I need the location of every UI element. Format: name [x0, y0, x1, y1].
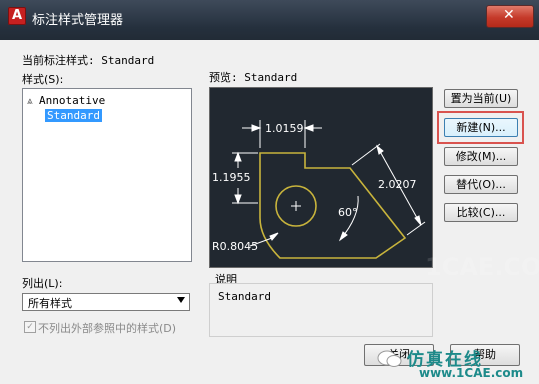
style-item-standard[interactable]: Standard	[45, 109, 102, 123]
modify-button[interactable]: 修改(M)...	[444, 147, 518, 166]
current-style-label: 当前标注样式: Standard	[22, 54, 155, 67]
override-button[interactable]: 替代(O)...	[444, 175, 518, 194]
compare-button[interactable]: 比较(C)...	[444, 203, 518, 222]
description-text: Standard	[218, 290, 271, 303]
window-title: 标注样式管理器	[32, 13, 124, 28]
list-filter-value: 所有样式	[28, 297, 72, 310]
style-item-annotative[interactable]: ⩓ Annotative	[27, 94, 105, 108]
part-outline	[259, 152, 407, 259]
close-window-button[interactable]: ✕	[486, 5, 534, 28]
new-button[interactable]: 新建(N)...	[444, 118, 518, 137]
dim-diag-text: 2.0207	[378, 178, 417, 191]
close-icon: ✕	[503, 7, 515, 23]
dim-radius-text: R0.8045	[212, 240, 259, 253]
set-current-button[interactable]: 置为当前(U)	[444, 89, 518, 108]
dim-left-text: 1.1955	[212, 171, 251, 184]
autocad-app-icon: A	[8, 7, 26, 25]
watermark-url: www.1CAE.com	[419, 366, 524, 380]
exclude-xref-checkbox[interactable]: ✓	[24, 321, 36, 333]
exclude-xref-label: 不列出外部参照中的样式(D)	[38, 322, 177, 335]
dim-top-text: 1.0159	[265, 122, 304, 135]
description-box: Standard	[209, 283, 433, 337]
dim-angle-text: 60°	[338, 206, 358, 219]
title-bar: A 标注样式管理器 ✕	[0, 0, 539, 40]
list-filter-label: 列出(L):	[22, 277, 63, 290]
preview-watermark: 1CAE.COM	[425, 253, 539, 281]
styles-listbox[interactable]: ⩓ Annotative Standard	[22, 88, 192, 262]
styles-label: 样式(S):	[22, 73, 64, 86]
preview-label: 预览: Standard	[209, 71, 298, 84]
annotative-icon: ⩓	[27, 96, 33, 107]
chevron-down-icon	[177, 297, 185, 303]
preview-pane: 1CAE.COM 1.0159 1.1955 2.0207 60° R0.804…	[209, 87, 539, 281]
wechat-logo-icon	[377, 350, 402, 367]
list-filter-dropdown[interactable]: 所有样式	[22, 293, 190, 311]
